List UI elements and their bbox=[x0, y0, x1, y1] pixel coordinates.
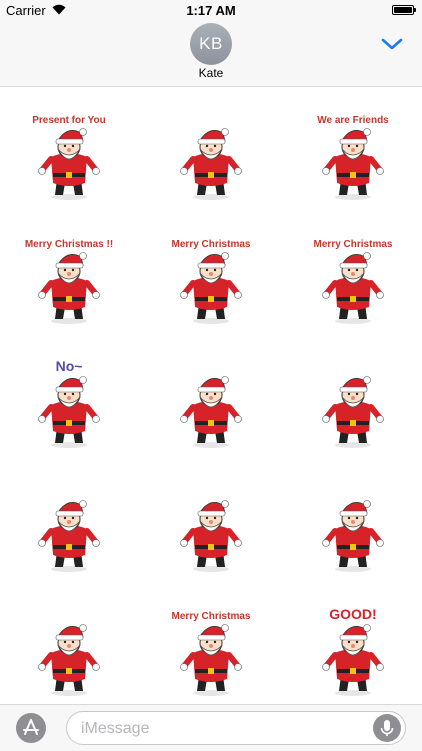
imessage-placeholder: iMessage bbox=[81, 720, 150, 737]
sticker-santa-snowman-tree[interactable]: Merry Christmas bbox=[163, 607, 259, 703]
sticker-art bbox=[322, 500, 384, 572]
sticker-santa-reindeer-moon[interactable]: Merry Christmas bbox=[163, 235, 259, 331]
svg-text:Merry Christmas !!: Merry Christmas !! bbox=[25, 239, 113, 250]
app-store-icon bbox=[23, 719, 39, 735]
sticker-santa-dragging-sack[interactable] bbox=[305, 483, 401, 579]
sticker-grid: Present for You We are Friends Merry Chr… bbox=[0, 87, 422, 704]
sticker-art: We are Friends bbox=[317, 115, 389, 200]
sticker-art: Merry Christmas !! bbox=[25, 239, 113, 324]
sticker-santa-confused[interactable] bbox=[163, 483, 259, 579]
sticker-art bbox=[180, 376, 242, 448]
sticker-santa-shouting[interactable] bbox=[21, 483, 117, 579]
contact-avatar[interactable]: KB bbox=[190, 23, 232, 65]
conversation-header: KB Kate bbox=[0, 20, 422, 87]
sticker-santa-snowman-friends[interactable]: We are Friends bbox=[305, 111, 401, 207]
sticker-art bbox=[322, 376, 384, 448]
sticker-santa-angry[interactable] bbox=[305, 359, 401, 455]
sticker-santa-christmas-tree[interactable]: Merry Christmas !! bbox=[21, 235, 117, 331]
svg-text:Merry Christmas: Merry Christmas bbox=[314, 239, 393, 250]
sticker-art: Present for You bbox=[32, 115, 106, 200]
sticker-santa-good[interactable]: GOOD! bbox=[305, 607, 401, 703]
sticker-santa-present-for-you[interactable]: Present for You bbox=[21, 111, 117, 207]
svg-text:GOOD!: GOOD! bbox=[329, 607, 376, 622]
sticker-santa-hearts[interactable] bbox=[163, 359, 259, 455]
chevron-down-icon[interactable] bbox=[380, 36, 404, 52]
sticker-santa-no[interactable]: No~ bbox=[21, 359, 117, 455]
svg-text:Merry Christmas: Merry Christmas bbox=[172, 239, 251, 250]
battery-level bbox=[394, 7, 412, 13]
microphone-icon bbox=[380, 720, 394, 736]
sticker-art bbox=[38, 500, 100, 572]
sticker-santa-sticking-tongue[interactable] bbox=[21, 607, 117, 703]
svg-text:Merry Christmas: Merry Christmas bbox=[172, 611, 251, 622]
app-store-button[interactable] bbox=[16, 713, 46, 743]
sticker-art: Merry Christmas bbox=[172, 239, 251, 324]
svg-text:No~: No~ bbox=[56, 359, 83, 374]
message-composer-bar: iMessage bbox=[0, 704, 422, 751]
battery-icon bbox=[392, 5, 416, 15]
imessage-input[interactable]: iMessage bbox=[66, 711, 406, 745]
sticker-art bbox=[180, 500, 242, 572]
sticker-santa-chimney[interactable] bbox=[163, 111, 259, 207]
sticker-art: Merry Christmas bbox=[314, 239, 393, 324]
sticker-art bbox=[180, 128, 242, 200]
sticker-art: Merry Christmas bbox=[172, 611, 251, 696]
sticker-art bbox=[38, 624, 100, 696]
sticker-art: GOOD! bbox=[322, 607, 384, 696]
svg-text:We are Friends: We are Friends bbox=[317, 115, 389, 126]
sticker-art: No~ bbox=[38, 359, 100, 448]
status-time: 1:17 AM bbox=[186, 3, 236, 18]
contact-name[interactable]: Kate bbox=[0, 66, 422, 80]
microphone-button[interactable] bbox=[373, 714, 401, 742]
svg-text:Present for You: Present for You bbox=[32, 115, 106, 126]
sticker-santa-wreath[interactable]: Merry Christmas bbox=[305, 235, 401, 331]
battery-tip bbox=[414, 8, 416, 12]
status-bar: Carrier 1:17 AM bbox=[0, 0, 422, 20]
